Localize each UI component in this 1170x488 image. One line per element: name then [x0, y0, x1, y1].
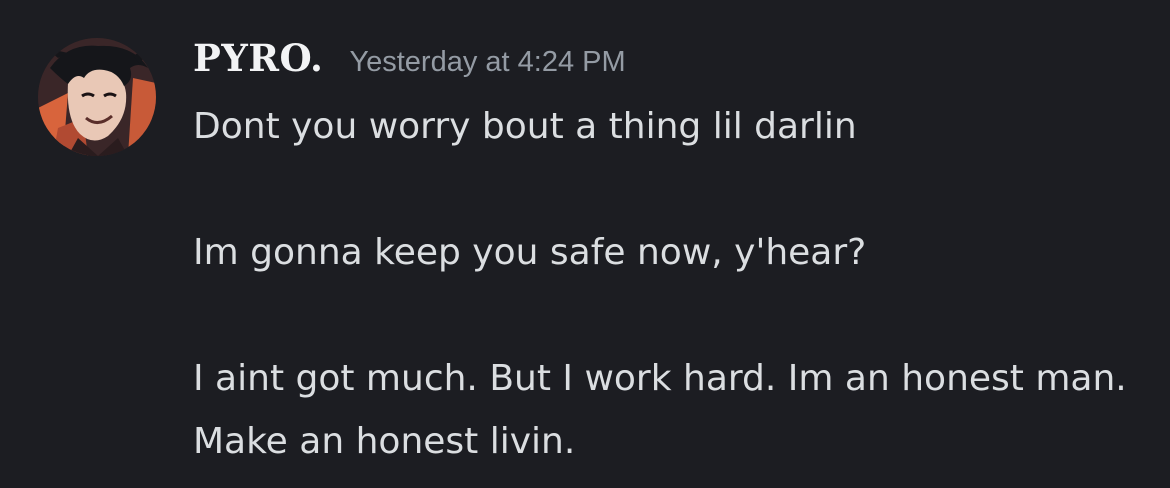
message-header: PYRO. Yesterday at 4:24 PM: [193, 36, 626, 86]
timestamp[interactable]: Yesterday at 4:24 PM: [349, 46, 625, 79]
message-line: Dont you worry bout a thing lil darlin: [193, 106, 857, 147]
username[interactable]: PYRO.: [193, 36, 323, 80]
chat-message: PYRO. Yesterday at 4:24 PM Dont you worr…: [0, 0, 1170, 488]
line-break: [193, 158, 1143, 221]
user-avatar-icon[interactable]: [38, 38, 156, 156]
message-content: Dont you worry bout a thing lil darlin I…: [193, 95, 1143, 473]
line-break: [193, 284, 1143, 347]
message-line: Im gonna keep you safe now, y'hear?: [193, 232, 867, 273]
message-line: I aint got much. But I work hard. Im an …: [193, 358, 1127, 462]
